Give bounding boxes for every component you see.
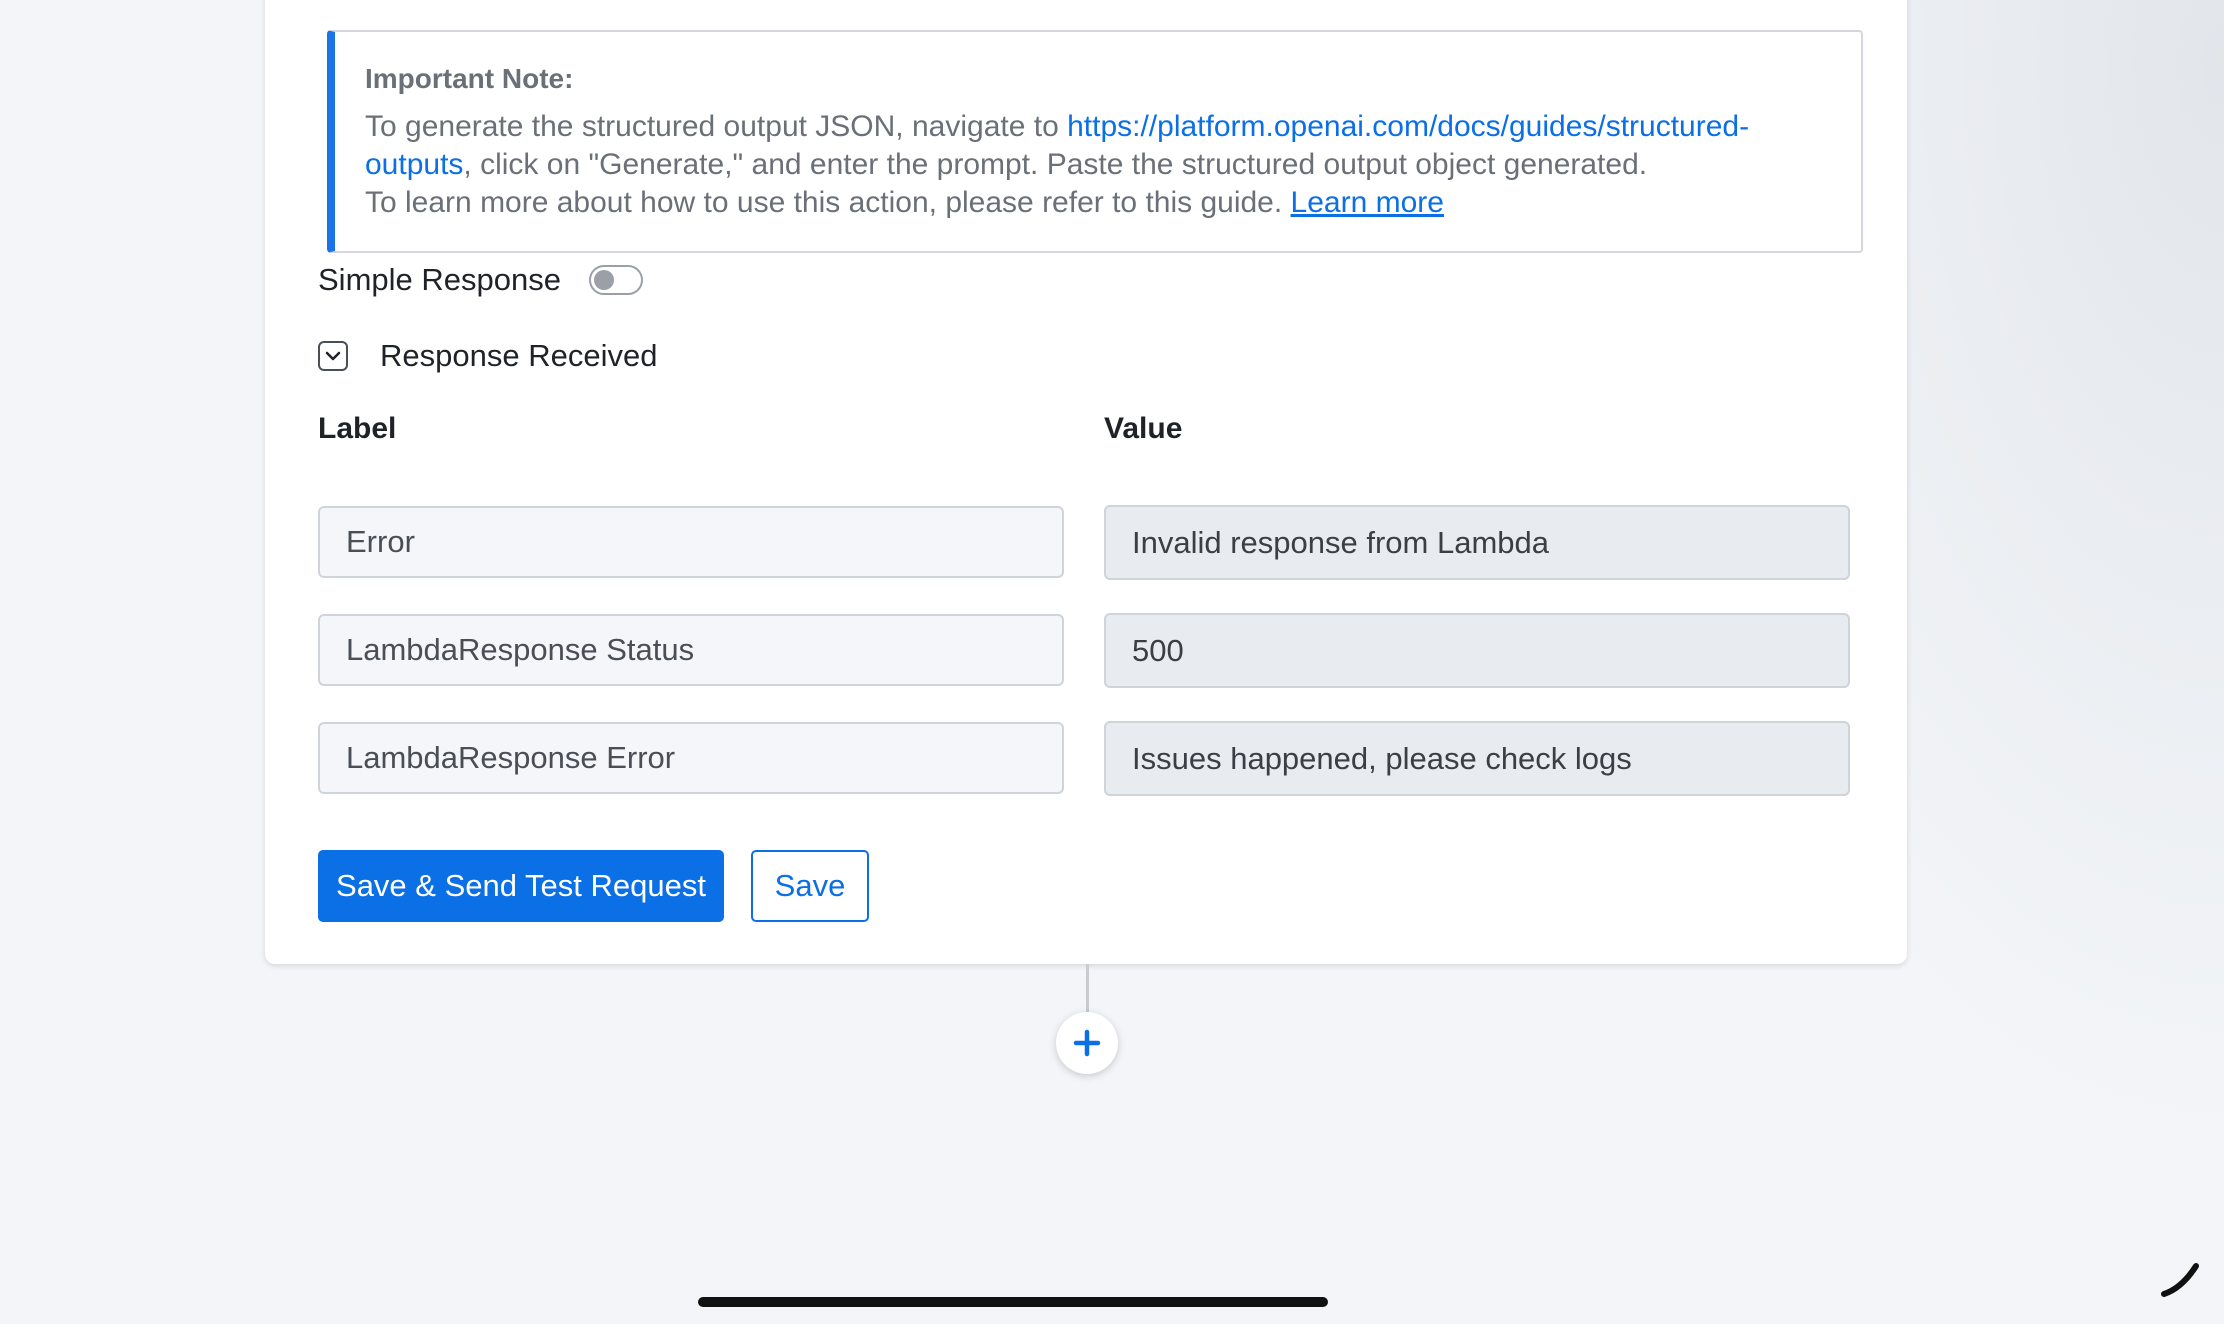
label-column-header: Label <box>318 412 397 445</box>
plus-icon <box>1073 1029 1101 1057</box>
save-button[interactable]: Save <box>751 850 869 922</box>
label-field-lambda-error[interactable]: LambdaResponse Error <box>318 722 1064 794</box>
home-indicator <box>698 1297 1328 1307</box>
value-field-error: Invalid response from Lambda <box>1104 505 1850 580</box>
step-connector-line <box>1086 964 1089 1016</box>
note-text-after-link: , click on "Generate," and enter the pro… <box>463 148 1648 181</box>
action-card: Important Note: To generate the structur… <box>265 0 1907 964</box>
note-text-before-link: To generate the structured output JSON, … <box>365 110 1068 143</box>
simple-response-toggle[interactable] <box>588 265 643 295</box>
value-column-header: Value <box>1104 412 1183 445</box>
chevron-down-icon[interactable] <box>318 341 348 371</box>
add-step-button[interactable] <box>1056 1012 1118 1074</box>
label-field-lambda-status[interactable]: LambdaResponse Status <box>318 614 1064 686</box>
response-received-row: Response Received <box>318 338 657 374</box>
pencil-stroke-icon <box>2161 1263 2199 1297</box>
simple-response-row: Simple Response <box>318 262 643 298</box>
simple-response-label: Simple Response <box>318 262 561 297</box>
important-note: Important Note: To generate the structur… <box>327 30 1863 253</box>
note-body: To generate the structured output JSON, … <box>365 108 1831 222</box>
toggle-knob <box>593 270 614 290</box>
note-title: Important Note: <box>365 63 574 94</box>
save-and-send-test-request-button[interactable]: Save & Send Test Request <box>318 850 724 922</box>
note-guide-text: To learn more about how to use this acti… <box>365 186 1291 219</box>
label-field-error[interactable]: Error <box>318 506 1064 578</box>
value-field-lambda-error: Issues happened, please check logs <box>1104 721 1850 796</box>
value-field-lambda-status: 500 <box>1104 613 1850 688</box>
learn-more-link[interactable]: Learn more <box>1291 186 1444 219</box>
response-received-label: Response Received <box>380 338 658 373</box>
